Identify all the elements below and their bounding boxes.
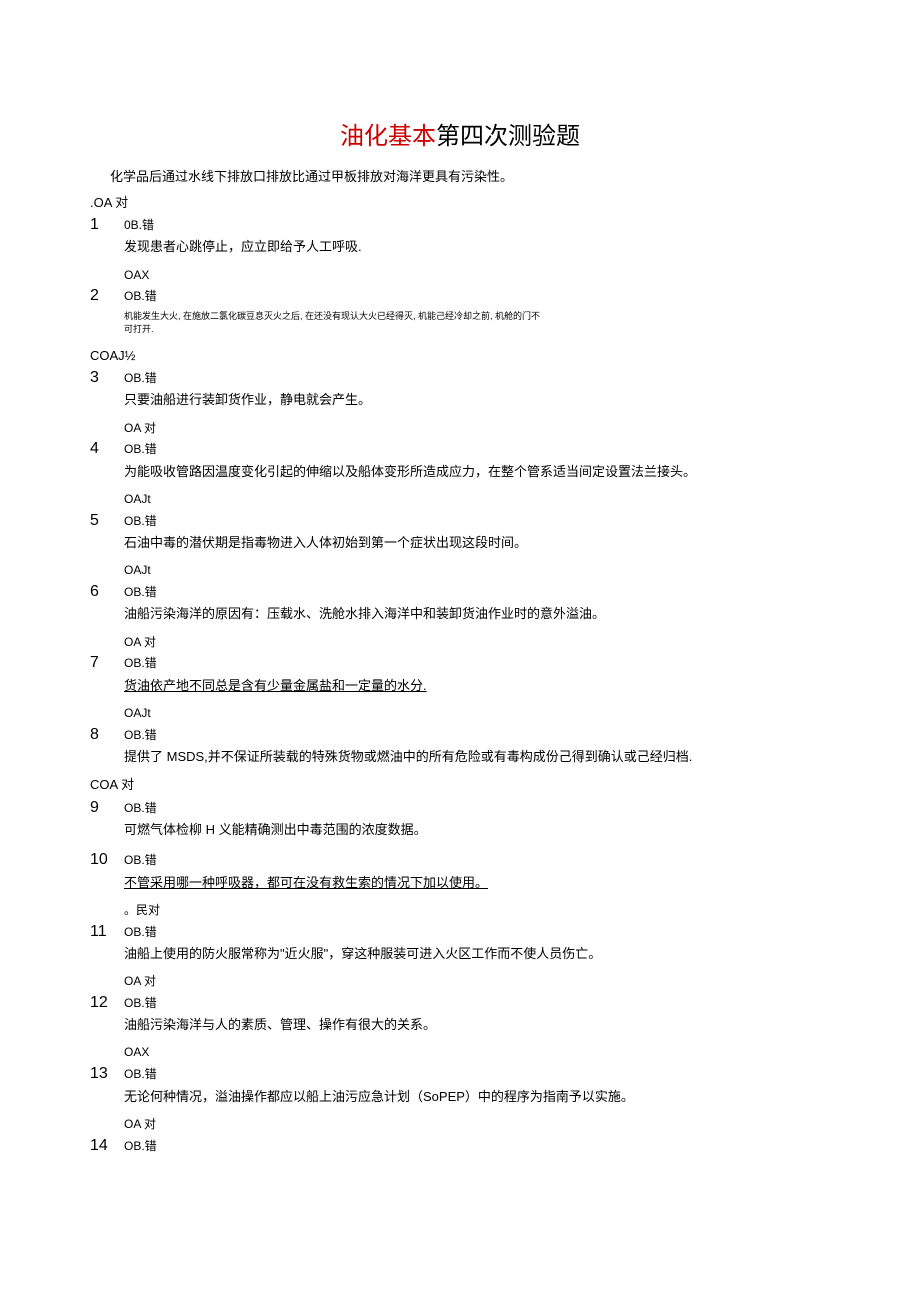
q4-text: 为能吸收管路因温度变化引起的伸缩以及船体变形所造成应力，在整个管系适当间定设置法…: [124, 463, 830, 481]
q12-text: 油船污染海洋与人的素质、管理、操作有很大的关系。: [124, 1016, 830, 1034]
q12-option-b: OB.错: [124, 995, 157, 1012]
q5-option-b: OB.错: [124, 513, 157, 530]
q14-number: 14: [90, 1135, 114, 1157]
q9-number: 9: [90, 797, 114, 819]
q4-option-a: OA 对: [124, 420, 830, 437]
q14-option-a: OA 对: [124, 1116, 830, 1133]
q8-option-b: OB.错: [124, 727, 157, 744]
q5-option-a: OAJt: [124, 491, 830, 508]
q11-number: 11: [90, 921, 114, 943]
q6-number: 6: [90, 581, 114, 603]
q1-prefix: .OA 对: [90, 194, 830, 212]
q14-option-b: OB.错: [124, 1138, 157, 1155]
q6-option-a: OAJt: [124, 562, 830, 579]
q8-option-a: OAJt: [124, 705, 830, 722]
q1-number: 1: [90, 214, 114, 236]
q2-option-a: OAX: [124, 267, 830, 284]
question-8: OAJt 8 OB.错 提供了 MSDS,并不保证所装载的特殊货物或燃油中的所有…: [90, 705, 830, 766]
q2-text: 机能发生大火, 在施放二氯化碳豆息灭火之后, 在还没有现认大火已经得灭, 机能己…: [124, 310, 830, 337]
q4-option-b: OB.错: [124, 441, 157, 458]
q2-option-b: OB.错: [124, 288, 157, 305]
question-1: .OA 对 1 0B.错 发现患者心跳停止，应立即给予人工呼吸.: [90, 194, 830, 257]
q12-option-a: OA 对: [124, 973, 830, 990]
q5-text: 石油中毒的潜伏期是指毒物进入人体初始到第一个症状出现这段时间。: [124, 534, 830, 552]
q6-text: 油船污染海洋的原因有：压载水、洗舱水排入海洋中和装卸货油作业时的意外溢油。: [124, 605, 830, 623]
q5-number: 5: [90, 510, 114, 532]
question-7: OA 对 7 OB.错 货油依产地不同总是含有少量金属盐和一定量的水分.: [90, 634, 830, 695]
q11-text: 油船上使用的防火服常称为"近火服"，穿这种服装可进入火区工作而不使人员伤亡。: [124, 945, 830, 963]
question-9: COA 对 9 OB.错 可燃气体检柳 H 义能精确测出中毒范围的浓度数据。: [90, 776, 830, 839]
q9-option-b: OB.错: [124, 800, 157, 817]
q9-text: 可燃气体检柳 H 义能精确测出中毒范围的浓度数据。: [124, 821, 830, 839]
question-4: OA 对 4 OB.错 为能吸收管路因温度变化引起的伸缩以及船体变形所造成应力，…: [90, 420, 830, 481]
q7-number: 7: [90, 652, 114, 674]
q10-text: 不管采用哪一种呼吸器，都可在没有救生索的情况下加以使用。: [124, 874, 830, 892]
question-13: OAX 13 OB.错 无论何种情况，溢油操作都应以船上油污应急计划（SoPEP…: [90, 1044, 830, 1105]
q9-prefix: COA 对: [90, 776, 830, 794]
q7-option-b: OB.错: [124, 655, 157, 672]
q11-option-b: OB.错: [124, 924, 157, 941]
question-12: OA 对 12 OB.错 油船污染海洋与人的素质、管理、操作有很大的关系。: [90, 973, 830, 1034]
question-5: OAJt 5 OB.错 石油中毒的潜伏期是指毒物进入人体初始到第一个症状出现这段…: [90, 491, 830, 552]
q2-number: 2: [90, 285, 114, 307]
question-14: OA 对 14 OB.错: [90, 1116, 830, 1157]
q13-text: 无论何种情况，溢油操作都应以船上油污应急计划（SoPEP）中的程序为指南予以实施…: [124, 1088, 830, 1106]
q1-option-b: 0B.错: [124, 217, 154, 234]
q4-number: 4: [90, 438, 114, 460]
intro-text: 化学品后通过水线下排放口排放比通过甲板排放对海洋更具有污染性。: [110, 168, 830, 186]
title-red: 油化基本: [340, 123, 436, 150]
question-11: 。民对 11 OB.错 油船上使用的防火服常称为"近火服"，穿这种服装可进入火区…: [90, 902, 830, 963]
question-3: COAJ½ 3 OB.错 只要油船进行装卸货作业，静电就会产生。: [90, 347, 830, 410]
q7-text: 货油依产地不同总是含有少量金属盐和一定量的水分.: [124, 677, 830, 695]
q2-text-line2: 可打开.: [124, 324, 154, 334]
q6-option-b: OB.错: [124, 584, 157, 601]
q13-number: 13: [90, 1063, 114, 1085]
q7-option-a: OA 对: [124, 634, 830, 651]
q3-option-b: OB.错: [124, 370, 157, 387]
q13-option-b: OB.错: [124, 1066, 157, 1083]
question-6: OAJt 6 OB.错 油船污染海洋的原因有：压载水、洗舱水排入海洋中和装卸货油…: [90, 562, 830, 623]
title-black: 第四次测验题: [436, 123, 580, 150]
q11-option-a: 。民对: [124, 902, 830, 919]
q13-option-a: OAX: [124, 1044, 830, 1061]
q10-number: 10: [90, 849, 114, 871]
page-title: 油化基本第四次测验题: [90, 120, 830, 154]
q8-number: 8: [90, 724, 114, 746]
q2-text-line1: 机能发生大火, 在施放二氯化碳豆息灭火之后, 在还没有现认大火已经得灭, 机能己…: [124, 311, 540, 321]
q8-text: 提供了 MSDS,并不保证所装载的特殊货物或燃油中的所有危险或有毒构成份己得到确…: [124, 748, 830, 766]
q3-text: 只要油船进行装卸货作业，静电就会产生。: [124, 391, 830, 409]
q3-number: 3: [90, 367, 114, 389]
question-2: OAX 2 OB.错 机能发生大火, 在施放二氯化碳豆息灭火之后, 在还没有现认…: [90, 267, 830, 337]
q3-prefix: COAJ½: [90, 347, 830, 365]
question-10: 10 OB.错 不管采用哪一种呼吸器，都可在没有救生索的情况下加以使用。: [90, 849, 830, 892]
q1-text: 发现患者心跳停止，应立即给予人工呼吸.: [124, 238, 830, 256]
q12-number: 12: [90, 992, 114, 1014]
q10-option-b: OB.错: [124, 852, 157, 869]
